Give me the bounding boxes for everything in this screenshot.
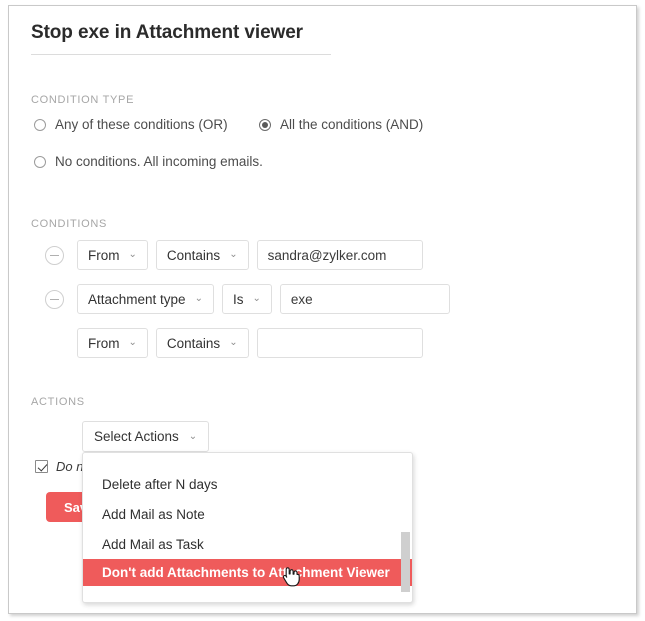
condition-operator-select[interactable]: Is ⌄: [221, 284, 272, 314]
radio-label-any: Any of these conditions (OR): [55, 117, 228, 132]
condition-value-text: sandra@zylker.com: [267, 247, 387, 263]
radio-all-the-conditions[interactable]: All the conditions (AND): [259, 117, 423, 132]
conditions-caption: CONDITIONS: [31, 218, 108, 230]
condition-type-caption: CONDITION TYPE: [31, 94, 135, 106]
condition-row: From ⌄ Contains ⌄: [45, 328, 423, 358]
dropdown-item-add-mail-as-note[interactable]: Add Mail as Note: [83, 499, 412, 529]
radio-label-all: All the conditions (AND): [280, 117, 424, 132]
checkbox-icon[interactable]: [35, 460, 48, 473]
radio-icon-all[interactable]: [259, 118, 271, 131]
radio-no-conditions[interactable]: No conditions. All incoming emails.: [34, 154, 263, 169]
condition-row: From ⌄ Contains ⌄ sandra@zylker.com: [45, 240, 423, 270]
actions-dropdown-menu: Delete after N days Add Mail as Note Add…: [82, 452, 413, 603]
checkbox-label: Do n: [56, 459, 84, 474]
condition-field-select[interactable]: Attachment type ⌄: [77, 284, 214, 314]
condition-value-text: exe: [290, 291, 313, 307]
condition-row: Attachment type ⌄ Is ⌄ exe: [45, 284, 450, 314]
chevron-down-icon: ⌄: [194, 293, 203, 304]
dropdown-item-delete-after-n-days[interactable]: Delete after N days: [83, 469, 412, 499]
dropdown-item-dont-add-attachments[interactable]: Don't add Attachments to Attachment View…: [83, 559, 412, 586]
chevron-down-icon: ⌄: [128, 337, 137, 348]
condition-field-value: Attachment type: [88, 291, 186, 307]
condition-value-input[interactable]: sandra@zylker.com: [256, 240, 423, 270]
chevron-down-icon: ⌄: [188, 430, 198, 442]
condition-value-input[interactable]: [256, 328, 423, 358]
dropdown-item-add-mail-as-task[interactable]: Add Mail as Task: [83, 529, 412, 559]
chevron-down-icon: ⌄: [128, 249, 137, 260]
chevron-down-icon: ⌄: [229, 249, 238, 260]
radio-icon-any[interactable]: [34, 118, 46, 131]
condition-operator-value: Contains: [166, 247, 221, 263]
rule-editor-panel: Stop exe in Attachment viewer CONDITION …: [8, 5, 637, 614]
condition-operator-value: Is: [232, 291, 244, 307]
dropdown-item-label: Don't add Attachments to Attachment View…: [102, 565, 390, 580]
dropdown-scrollbar-thumb[interactable]: [401, 532, 410, 592]
dropdown-scrollbar[interactable]: [401, 454, 411, 601]
actions-caption: ACTIONS: [31, 396, 85, 408]
condition-field-value: From: [88, 335, 120, 351]
condition-operator-select[interactable]: Contains ⌄: [155, 328, 249, 358]
select-actions-label: Select Actions: [94, 429, 179, 444]
dropdown-item-label: Add Mail as Note: [102, 506, 205, 522]
radio-icon-none[interactable]: [34, 155, 46, 168]
select-actions-dropdown-button[interactable]: Select Actions ⌄: [82, 421, 210, 452]
condition-operator-value: Contains: [166, 335, 221, 351]
page-title: Stop exe in Attachment viewer: [31, 22, 331, 55]
remove-condition-icon[interactable]: [45, 289, 64, 309]
dropdown-item-label: Add Mail as Task: [102, 536, 204, 552]
condition-operator-select[interactable]: Contains ⌄: [155, 240, 249, 270]
remove-condition-icon[interactable]: [45, 245, 64, 265]
chevron-down-icon: ⌄: [229, 337, 238, 348]
condition-field-value: From: [88, 247, 120, 263]
condition-field-select[interactable]: From ⌄: [77, 240, 148, 270]
condition-value-input[interactable]: exe: [279, 284, 450, 314]
chevron-down-icon: ⌄: [252, 293, 261, 304]
dropdown-item-label: Delete after N days: [102, 476, 218, 492]
do-not-process-checkbox-row[interactable]: Do n: [35, 459, 83, 474]
radio-any-of-these-conditions[interactable]: Any of these conditions (OR): [34, 117, 228, 132]
radio-label-none: No conditions. All incoming emails.: [55, 154, 263, 169]
condition-field-select[interactable]: From ⌄: [77, 328, 148, 358]
